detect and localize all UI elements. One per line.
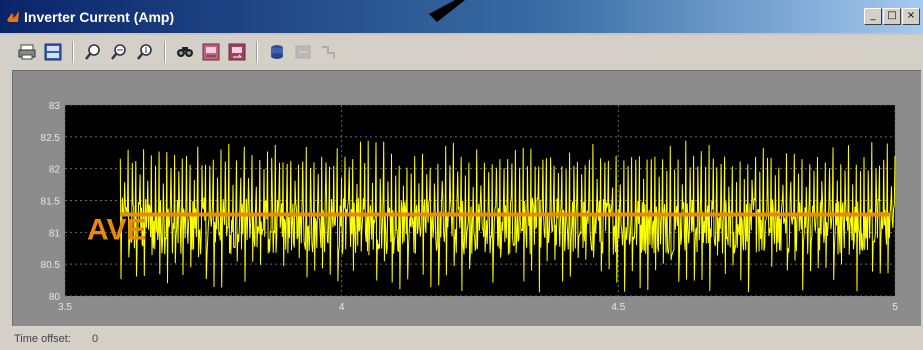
minimize-button[interactable]: _ (864, 8, 882, 25)
y-tick-label: 81.5 (41, 197, 61, 208)
toolbar-separator (72, 41, 74, 63)
save-axes-icon[interactable] (200, 41, 222, 63)
x-tick-label: 5 (892, 302, 898, 313)
average-label: AVE (87, 214, 146, 247)
autoscale-icon[interactable] (174, 41, 196, 63)
window-controls: _ □ × (864, 8, 920, 25)
zoom-x-icon[interactable] (108, 41, 130, 63)
y-tick-label: 81 (49, 228, 61, 239)
status-bar: Time offset: 0 (0, 326, 923, 350)
x-tick-label: 4 (339, 302, 345, 313)
pointer-arrow-icon (429, 0, 465, 22)
print-icon[interactable] (16, 41, 38, 63)
zoom-icon[interactable] (82, 41, 104, 63)
scope-plot-area: 80 80.5 81 81.5 82 82.5 83 3.5 4 4.5 5 AVE (12, 70, 921, 327)
x-tick-label: 3.5 (58, 302, 72, 313)
toolbar-separator (164, 41, 166, 63)
window-title: Inverter Current (Amp) (24, 9, 175, 25)
floating-scope-icon[interactable] (266, 41, 288, 63)
y-tick-label: 80.5 (41, 260, 61, 271)
toolbar-separator (256, 41, 258, 63)
y-tick-label: 82 (49, 165, 61, 176)
scope-window: Inverter Current (Amp) _ □ × 80 80.5 81 … (0, 0, 923, 350)
time-offset-value: 0 (92, 333, 99, 345)
close-button[interactable]: × (902, 8, 920, 25)
lock-axes-icon[interactable] (292, 41, 314, 63)
signal-selection-icon[interactable] (318, 41, 340, 63)
parameters-icon[interactable] (42, 41, 64, 63)
matlab-icon (7, 11, 19, 22)
maximize-button[interactable]: □ (883, 8, 901, 25)
restore-axes-icon[interactable] (226, 41, 248, 63)
time-offset-label: Time offset: (14, 333, 71, 345)
x-tick-label: 4.5 (611, 302, 625, 313)
scope-chart: 8080.58181.58282.5833.5 4 4.5 5AVE (41, 101, 899, 313)
zoom-y-icon[interactable] (134, 41, 156, 63)
toolbar (16, 38, 340, 66)
y-tick-label: 83 (49, 101, 61, 112)
y-tick-label: 82.5 (41, 133, 61, 144)
